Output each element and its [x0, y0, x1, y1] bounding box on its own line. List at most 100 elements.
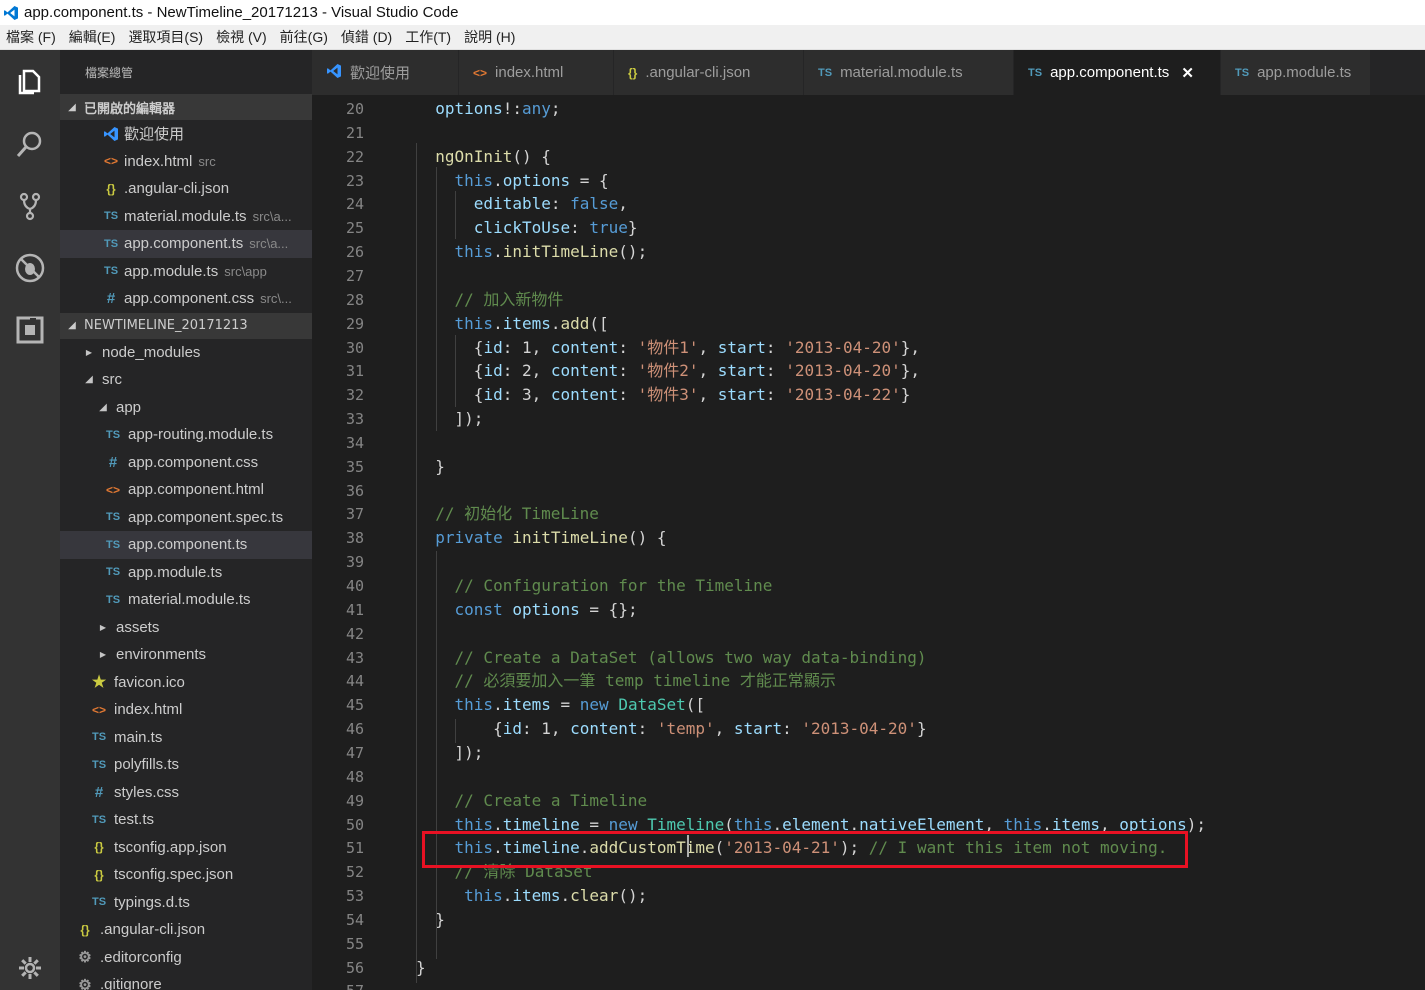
search-icon[interactable] — [0, 114, 60, 174]
close-icon[interactable]: ✕ — [1181, 64, 1194, 82]
tree-item[interactable]: # styles.css — [60, 779, 312, 807]
code-text: // 初始化 TimeLine — [416, 502, 599, 526]
code-line: 27 — [312, 264, 1425, 288]
tree-item[interactable]: ⚙ .gitignore — [60, 971, 312, 990]
line-number: 25 — [345, 219, 364, 238]
tree-item[interactable]: TS app-routing.module.ts — [60, 421, 312, 449]
menu-item[interactable]: 偵錯 (D) — [335, 27, 399, 47]
tab-app-component-ts[interactable]: TS app.component.ts ✕ — [1014, 50, 1221, 95]
code-token: // Create a Timeline — [416, 790, 648, 810]
tab-[interactable]: 歡迎使用 — [312, 50, 459, 95]
code-token: initTimeLine — [512, 528, 628, 548]
tree-item[interactable]: <> app.component.html — [60, 476, 312, 504]
open-editor-item[interactable]: TS app.module.ts src\app — [60, 258, 312, 286]
code-line: 44 // 必須要加入一筆 temp timeline 才能正常顯示 — [312, 669, 1425, 693]
tree-item[interactable]: # app.component.css — [60, 449, 312, 477]
code-token: , — [698, 361, 718, 381]
tree-item[interactable]: TS polyfills.ts — [60, 751, 312, 779]
extensions-icon[interactable] — [0, 300, 60, 360]
explorer-icon[interactable] — [0, 52, 60, 112]
code-line: 20 options!:any; — [312, 97, 1425, 121]
code-line: 45 this.items = new DataSet([ — [312, 693, 1425, 717]
tree-item[interactable]: TS main.ts — [60, 724, 312, 752]
html-file-icon: <> — [91, 702, 106, 717]
tree-item[interactable]: TS app.module.ts — [60, 559, 312, 587]
explorer-sidebar: 檔案總管 ◢ 已開啟的編輯器 歡迎使用 <> index.html src {} .ang… — [60, 50, 312, 990]
tree-item[interactable]: TS material.module.ts — [60, 586, 312, 614]
line-number: 41 — [345, 600, 364, 619]
code-token: start — [717, 385, 766, 405]
project-header[interactable]: ◢ NEWTIMELINE_20171213 — [60, 312, 312, 339]
json-file-icon: {} — [94, 840, 104, 855]
tree-item[interactable]: ▶ assets — [60, 614, 312, 642]
code-token: ([ — [589, 313, 609, 333]
code-token: start — [717, 361, 766, 381]
code-editor[interactable]: 20 options!:any; 21 22 ngOnInit() {23 this… — [312, 95, 1425, 990]
code-text: this.options = { — [416, 169, 609, 193]
open-editor-item[interactable]: {} .angular-cli.json — [60, 175, 312, 203]
code-token: !: — [502, 99, 522, 118]
indent-guide — [455, 719, 456, 743]
indent-guide — [455, 191, 456, 239]
open-editors-header[interactable]: ◢ 已開啟的編輯器 — [60, 94, 312, 120]
code-text: // Configuration for the Timeline — [416, 574, 773, 598]
tree-item[interactable]: ⚙ .editorconfig — [60, 944, 312, 972]
open-editor-item[interactable]: <> index.html src — [60, 148, 312, 176]
file-name: test.ts — [114, 811, 155, 829]
tree-item[interactable]: <> index.html — [60, 696, 312, 724]
tab-material-module-ts[interactable]: TS material.module.ts — [804, 50, 1014, 95]
tree-item[interactable]: TS app.component.spec.ts — [60, 504, 312, 532]
line-number: 55 — [345, 934, 364, 953]
window-title: app.component.ts - NewTimeline_20171213 … — [24, 4, 459, 21]
code-token: }, — [900, 361, 921, 381]
activity-bar — [0, 50, 60, 990]
code-line: 48 — [312, 765, 1425, 789]
code-token: () { — [627, 528, 667, 548]
tab-app-module-ts[interactable]: TS app.module.ts — [1221, 50, 1371, 95]
code-text: {id: 1, content: '物件1', start: '2013-04-… — [416, 336, 920, 360]
open-editor-path: src\a... — [252, 208, 292, 224]
tree-item[interactable]: TS app.component.ts — [60, 531, 312, 559]
line-number: 21 — [345, 123, 364, 142]
tree-item[interactable]: TS typings.d.ts — [60, 889, 312, 917]
chevron-down-icon: ◢ — [99, 401, 107, 413]
menu-item[interactable]: 編輯(E) — [63, 27, 123, 47]
tree-item[interactable]: ◢ src — [60, 366, 312, 394]
line-number: 22 — [345, 147, 364, 166]
tree-item[interactable]: ▶ environments — [60, 641, 312, 669]
tree-item[interactable]: ◢ app — [60, 394, 312, 422]
open-editor-item[interactable]: # app.component.css src\... — [60, 285, 312, 313]
tree-item[interactable]: TS test.ts — [60, 806, 312, 834]
open-editor-item[interactable]: 歡迎使用 — [60, 120, 312, 148]
code-line: 22 ngOnInit() { — [312, 145, 1425, 169]
debug-icon[interactable] — [0, 238, 60, 298]
tab-index-html[interactable]: <> index.html — [459, 50, 614, 95]
menu-item[interactable]: 檔案 (F) — [0, 27, 63, 47]
menu-item[interactable]: 前往(G) — [274, 27, 335, 47]
menu-item[interactable]: 選取項目(S) — [122, 27, 210, 47]
settings-gear-icon[interactable] — [0, 938, 60, 990]
open-editor-item[interactable]: TS app.component.ts src\a... — [60, 230, 312, 258]
open-editor-item[interactable]: TS material.module.ts src\a... — [60, 203, 312, 231]
css-file-icon: # — [106, 290, 116, 308]
menu-item[interactable]: 說明 (H) — [458, 27, 522, 47]
line-number: 48 — [345, 767, 364, 786]
menu-item[interactable]: 檢視 (V) — [210, 27, 274, 47]
line-number: 23 — [345, 171, 364, 190]
code-token: . — [493, 313, 503, 333]
source-control-icon[interactable] — [0, 176, 60, 236]
tree-item[interactable]: ▶ node_modules — [60, 339, 312, 367]
code-token: items — [502, 695, 551, 715]
tree-item[interactable]: {} tsconfig.spec.json — [60, 861, 312, 889]
line-number: 29 — [345, 314, 364, 333]
file-name: .editorconfig — [100, 948, 182, 966]
code-line: 23 this.options = { — [312, 169, 1425, 193]
tab-angular-cli-json[interactable]: {} .angular-cli.json — [614, 50, 804, 95]
tree-item[interactable]: ★ favicon.ico — [60, 669, 312, 697]
typescript-file-icon: TS — [103, 210, 119, 223]
menu-item[interactable]: 工作(T) — [399, 27, 458, 47]
code-token: '物件3' — [637, 385, 699, 405]
code-token: 'temp' — [656, 719, 715, 739]
tree-item[interactable]: {} tsconfig.app.json — [60, 834, 312, 862]
tree-item[interactable]: {} .angular-cli.json — [60, 916, 312, 944]
